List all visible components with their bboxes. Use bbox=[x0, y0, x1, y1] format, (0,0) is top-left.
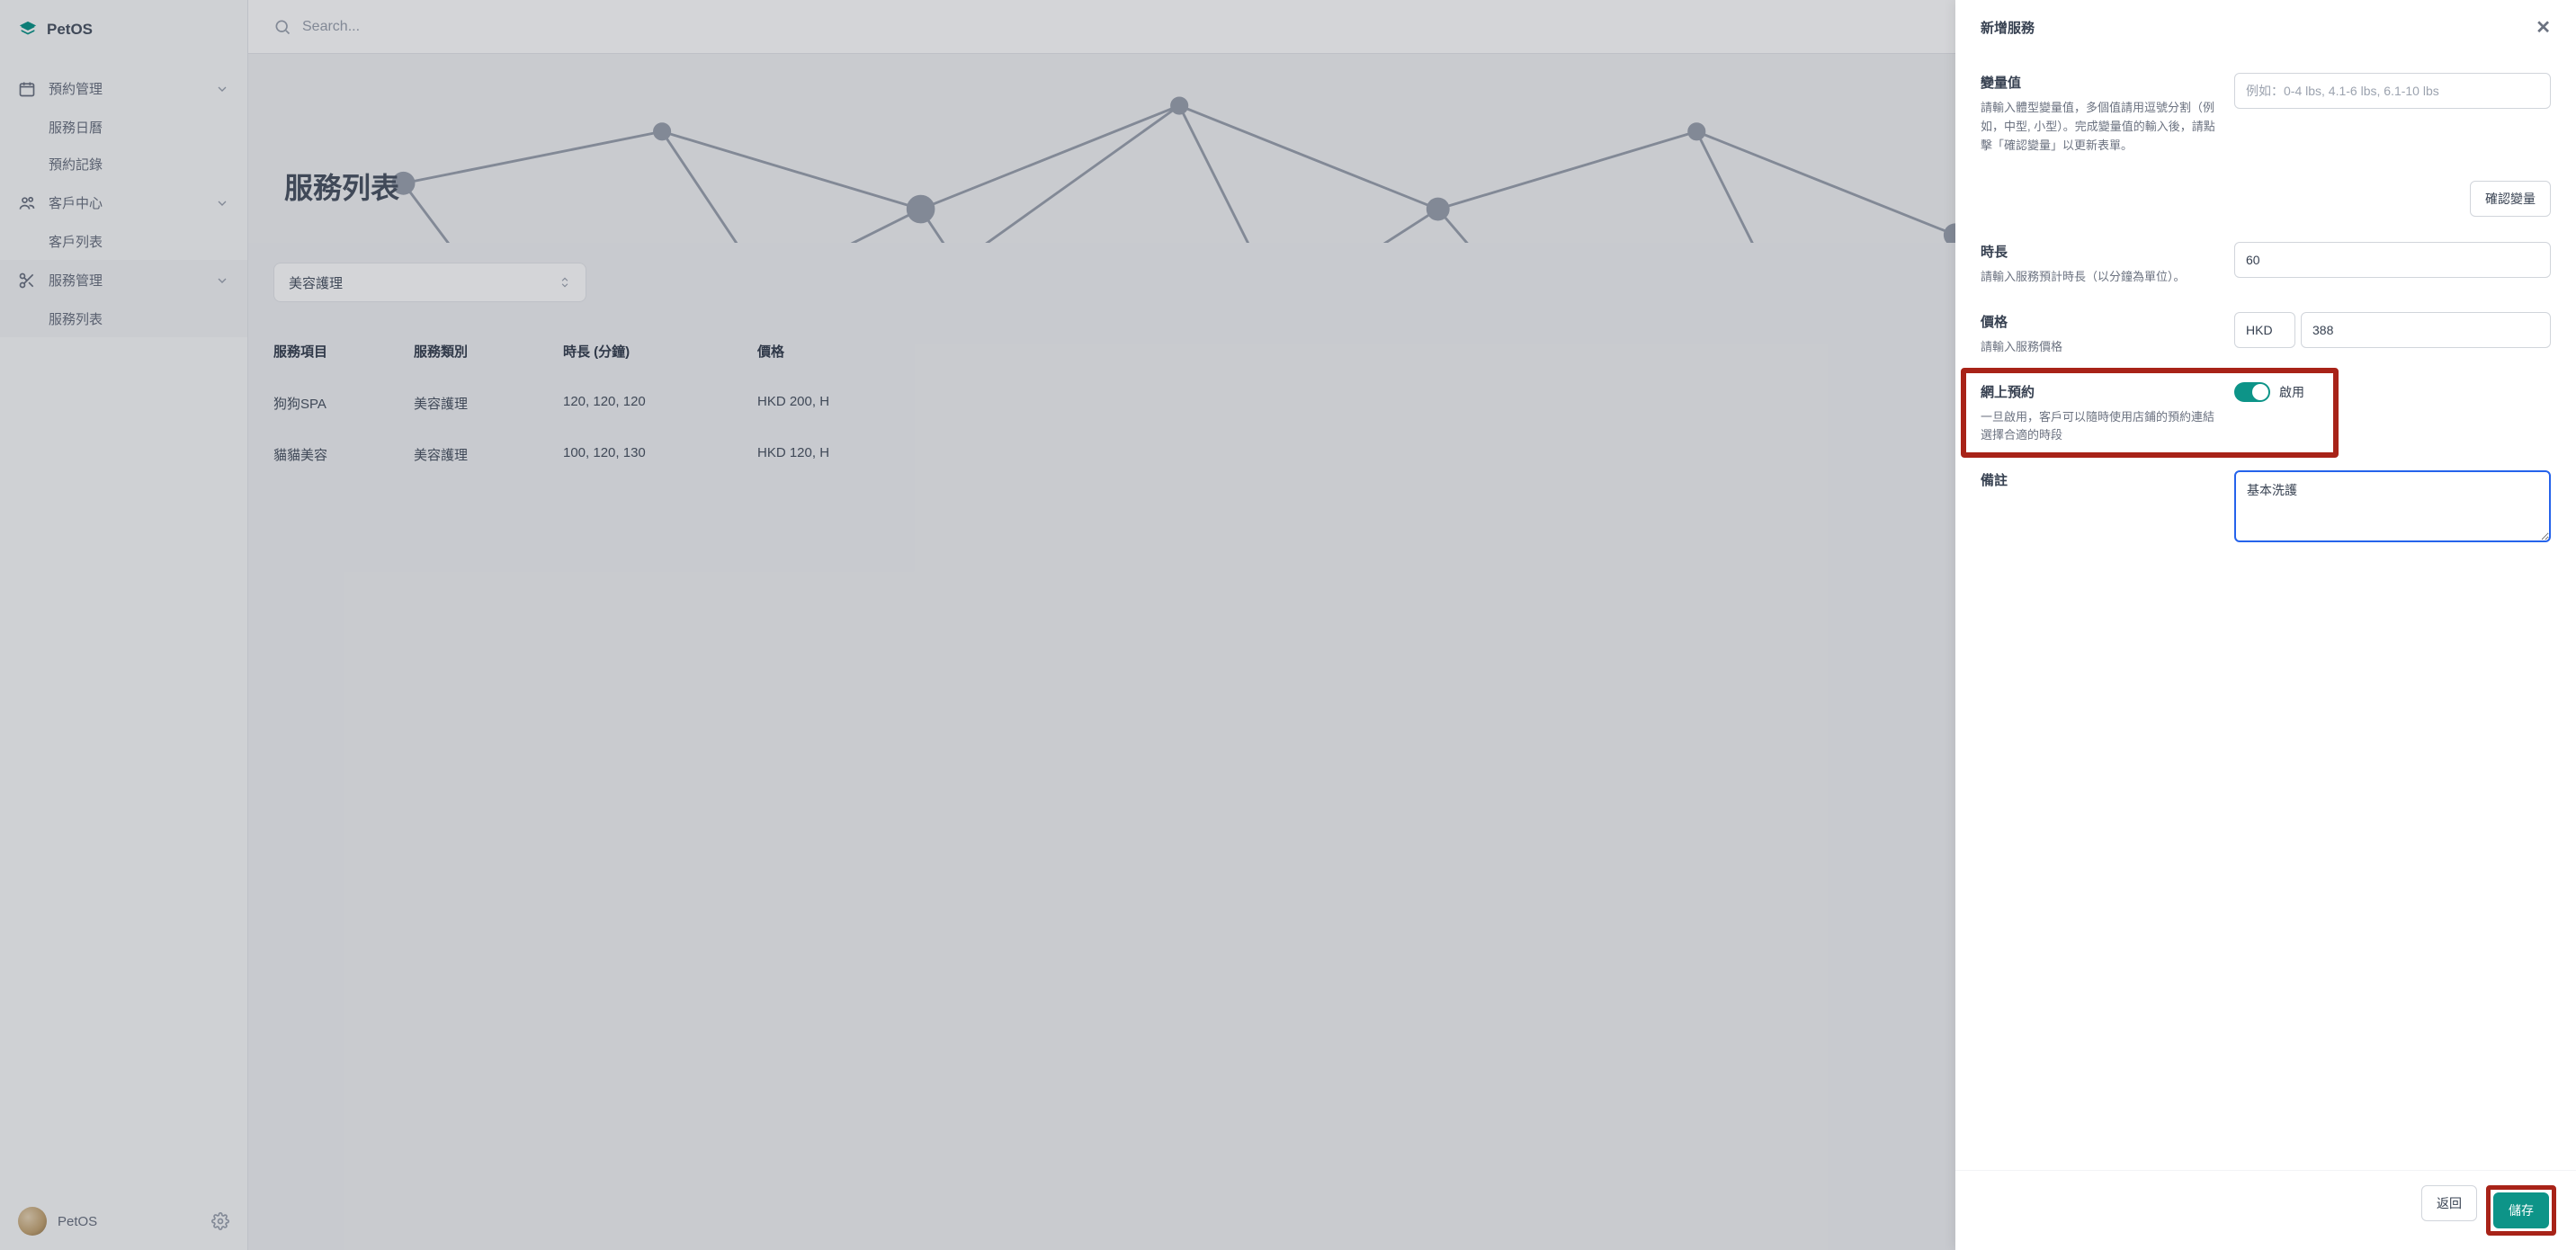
remark-input[interactable] bbox=[2234, 470, 2551, 542]
online-toggle[interactable] bbox=[2234, 382, 2270, 402]
variable-input[interactable] bbox=[2234, 73, 2551, 109]
brand-logo[interactable]: PetOS bbox=[0, 0, 247, 59]
price-input[interactable] bbox=[2301, 312, 2551, 348]
duration-label: 時長 bbox=[1981, 242, 2216, 261]
price-label: 價格 bbox=[1981, 312, 2216, 331]
nav-item-calendar[interactable]: 服務日曆 bbox=[0, 109, 247, 146]
nav-item-records[interactable]: 預約記錄 bbox=[0, 146, 247, 183]
confirm-variable-button[interactable]: 確認變量 bbox=[2470, 181, 2551, 217]
nav-group-service: 服務管理 服務列表 bbox=[0, 260, 247, 337]
footer-label: PetOS bbox=[58, 1214, 201, 1229]
field-price: 價格 請輸入服務價格 bbox=[1981, 299, 2551, 370]
cell-name: 狗狗SPA bbox=[273, 394, 399, 413]
nav-header-service[interactable]: 服務管理 bbox=[0, 260, 247, 300]
duration-input[interactable] bbox=[2234, 242, 2551, 278]
field-online-booking: 網上預約 一旦啟用，客戶可以隨時使用店鋪的預約連結選擇合適的時段 啟用 bbox=[1981, 370, 2551, 459]
sidebar: PetOS 預約管理 服務日曆 預約記錄 客戶中心 bbox=[0, 0, 248, 1250]
nav-group-reservation: 預約管理 服務日曆 預約記錄 bbox=[0, 68, 247, 183]
drawer-footer: 返回 儲存 bbox=[1955, 1170, 2576, 1250]
nav-label: 預約管理 bbox=[49, 79, 103, 98]
chevron-down-icon bbox=[215, 273, 229, 288]
category-select[interactable]: 美容護理 bbox=[273, 263, 586, 302]
nav-label: 服務管理 bbox=[49, 271, 103, 290]
col-name: 服務項目 bbox=[273, 342, 399, 361]
field-duration: 時長 請輸入服務預計時長（以分鐘為單位）。 bbox=[1981, 229, 2551, 299]
app-root: PetOS 預約管理 服務日曆 預約記錄 客戶中心 bbox=[0, 0, 2576, 1250]
online-desc: 一旦啟用，客戶可以隨時使用店鋪的預約連結選擇合適的時段 bbox=[1981, 408, 2216, 446]
select-chevron-icon bbox=[559, 276, 571, 289]
close-icon[interactable]: ✕ bbox=[2536, 16, 2551, 39]
remark-label: 備註 bbox=[1981, 470, 2216, 489]
nav-header-customer[interactable]: 客戶中心 bbox=[0, 183, 247, 223]
online-label: 網上預約 bbox=[1981, 382, 2216, 401]
toggle-state: 啟用 bbox=[2279, 383, 2304, 401]
chevron-down-icon bbox=[215, 82, 229, 96]
avatar[interactable] bbox=[18, 1207, 47, 1236]
variable-label: 變量值 bbox=[1981, 73, 2216, 92]
sidebar-nav: 預約管理 服務日曆 預約記錄 客戶中心 客戶列表 bbox=[0, 59, 247, 1192]
field-remark: 備註 bbox=[1981, 458, 2551, 555]
variable-desc: 請輸入體型變量值，多個值請用逗號分割（例如，中型, 小型）。完成變量值的輸入後，… bbox=[1981, 99, 2216, 155]
field-variable: 變量值 請輸入體型變量值，多個值請用逗號分割（例如，中型, 小型）。完成變量值的… bbox=[1981, 60, 2551, 229]
save-button[interactable]: 儲存 bbox=[2493, 1192, 2549, 1228]
duration-desc: 請輸入服務預計時長（以分鐘為單位）。 bbox=[1981, 268, 2216, 287]
nav-label: 客戶中心 bbox=[49, 193, 103, 212]
calendar-icon bbox=[18, 80, 36, 98]
select-value: 美容護理 bbox=[289, 273, 343, 292]
global-search[interactable]: Search... bbox=[273, 18, 360, 36]
cell-name: 貓貓美容 bbox=[273, 445, 399, 464]
cell-duration: 120, 120, 120 bbox=[563, 394, 743, 413]
back-button[interactable]: 返回 bbox=[2421, 1185, 2477, 1221]
users-icon bbox=[18, 194, 36, 212]
cell-category: 美容護理 bbox=[414, 394, 549, 413]
price-desc: 請輸入服務價格 bbox=[1981, 338, 2216, 357]
chevron-down-icon bbox=[215, 196, 229, 210]
search-placeholder: Search... bbox=[302, 19, 360, 35]
drawer-body: 變量值 請輸入體型變量值，多個值請用逗號分割（例如，中型, 小型）。完成變量值的… bbox=[1955, 55, 2576, 1170]
add-service-drawer: 新增服務 ✕ 變量值 請輸入體型變量值，多個值請用逗號分割（例如，中型, 小型）… bbox=[1955, 0, 2576, 1250]
brand-name: PetOS bbox=[47, 21, 93, 39]
tutorial-highlight-save: 儲存 bbox=[2486, 1185, 2556, 1236]
gear-icon[interactable] bbox=[211, 1212, 229, 1230]
nav-header-reservation[interactable]: 預約管理 bbox=[0, 68, 247, 109]
col-category: 服務類別 bbox=[414, 342, 549, 361]
currency-input[interactable] bbox=[2234, 312, 2295, 348]
search-icon bbox=[273, 18, 291, 36]
sidebar-footer: PetOS bbox=[0, 1192, 247, 1250]
drawer-header: 新增服務 ✕ bbox=[1955, 0, 2576, 55]
layers-icon bbox=[18, 20, 38, 40]
nav-item-service-list[interactable]: 服務列表 bbox=[0, 300, 247, 337]
nav-item-customer-list[interactable]: 客戶列表 bbox=[0, 223, 247, 260]
cell-category: 美容護理 bbox=[414, 445, 549, 464]
col-duration: 時長 (分鐘) bbox=[563, 342, 743, 361]
page-title: 服務列表 bbox=[284, 165, 399, 207]
scissors-icon bbox=[18, 272, 36, 290]
nav-group-customer: 客戶中心 客戶列表 bbox=[0, 183, 247, 260]
cell-duration: 100, 120, 130 bbox=[563, 445, 743, 464]
drawer-title: 新增服務 bbox=[1981, 18, 2035, 37]
